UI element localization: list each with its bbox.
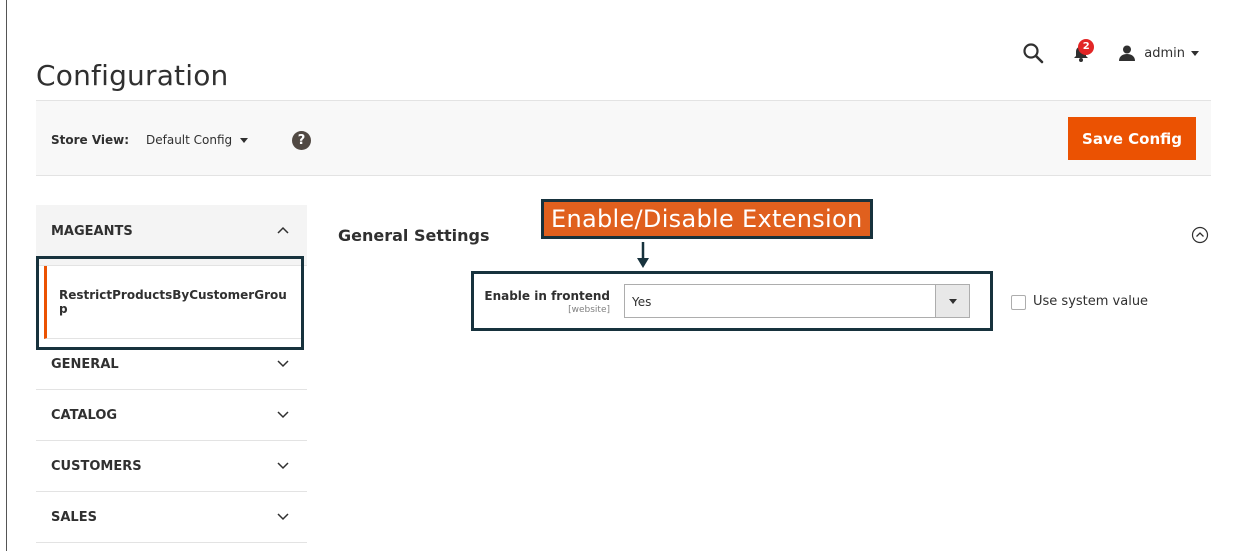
chevron-down-icon [277, 462, 289, 470]
collapse-circle-icon[interactable] [1191, 226, 1209, 244]
chevron-down-icon [277, 513, 289, 521]
user-icon [1119, 45, 1136, 61]
store-view-value: Default Config [146, 133, 233, 147]
sidebar-section-customers[interactable]: CUSTOMERS [36, 441, 307, 492]
search-icon[interactable] [1022, 42, 1044, 64]
caret-down-icon [949, 299, 957, 304]
sidebar-section-label: CUSTOMERS [51, 459, 142, 474]
save-config-button[interactable]: Save Config [1068, 117, 1196, 160]
sidebar-section-catalog[interactable]: CATALOG [36, 390, 307, 441]
page-title: Configuration [36, 58, 229, 92]
chevron-up-icon [277, 226, 289, 234]
header-actions: 2 admin [1022, 38, 1199, 68]
field-label: Enable in frontend [484, 289, 610, 303]
field-scope: [website] [568, 305, 610, 315]
store-view-bar: Store View: Default Config ? Save Config [36, 100, 1211, 176]
notifications-button[interactable]: 2 [1070, 39, 1095, 64]
sidebar-highlight-box [36, 256, 304, 350]
sidebar-section-label: MAGEANTS [51, 224, 133, 239]
user-name: admin [1144, 45, 1185, 61]
sidebar-section-label: GENERAL [51, 357, 119, 372]
chevron-down-icon [277, 411, 289, 419]
section-title: General Settings [338, 226, 490, 245]
select-value: Yes [632, 295, 652, 309]
use-system-value-checkbox[interactable] [1011, 295, 1026, 310]
caret-down-icon [240, 137, 249, 143]
store-view-switcher[interactable]: Default Config [146, 133, 249, 147]
select-toggle[interactable] [935, 285, 969, 317]
caret-down-icon [1191, 50, 1199, 56]
enable-frontend-select[interactable]: Yes [624, 284, 970, 318]
left-divider [6, 0, 7, 551]
user-menu[interactable]: admin [1118, 44, 1199, 62]
sidebar-section-label: CATALOG [51, 408, 118, 423]
store-view-label: Store View: [51, 133, 130, 147]
use-system-value-label[interactable]: Use system value [1033, 294, 1148, 309]
chevron-down-icon [277, 360, 289, 368]
annotation-label: Enable/Disable Extension [541, 199, 873, 239]
help-icon[interactable]: ? [292, 131, 311, 150]
sidebar-section-sales[interactable]: SALES [36, 492, 307, 543]
arrow-down-icon [637, 242, 649, 268]
sidebar-section-label: SALES [51, 510, 97, 525]
